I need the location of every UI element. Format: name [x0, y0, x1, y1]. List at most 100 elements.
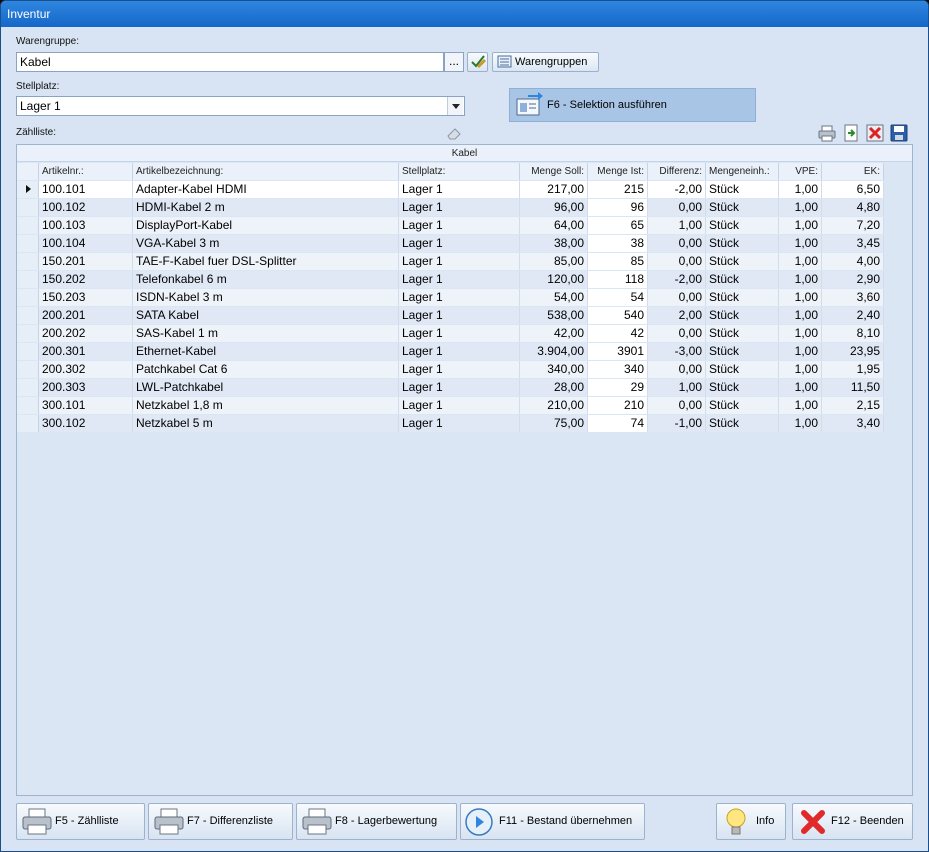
save-icon[interactable]: [890, 124, 908, 142]
warengruppe-browse-button[interactable]: ...: [444, 52, 464, 72]
table-row[interactable]: 200.202 SAS-Kabel 1 m Lager 1 42,00 42 0,00 St…: [17, 325, 884, 343]
table-row[interactable]: 100.104 VGA-Kabel 3 m Lager 1 38,00 38 0,00 St…: [17, 235, 884, 253]
cell-vpe: 1,00: [779, 343, 822, 360]
lagerbewertung-print-button[interactable]: F8 - Lagerbewertung: [296, 803, 457, 840]
cell-artikelbezeichnung: HDMI-Kabel 2 m: [133, 199, 399, 216]
cell-vpe: 1,00: [779, 289, 822, 306]
f11-label: F11 - Bestand übernehmen: [499, 815, 633, 827]
table-row[interactable]: 100.103 DisplayPort-Kabel Lager 1 64,00 65 1,…: [17, 217, 884, 235]
cell-mengeneinheit: Stück: [706, 325, 779, 342]
cell-artikelnr: 100.103: [39, 217, 133, 234]
cell-menge-ist[interactable]: 118: [588, 271, 648, 288]
cell-stellplatz: Lager 1: [399, 289, 520, 306]
chevron-down-icon[interactable]: [447, 97, 463, 115]
column-header-menge-ist[interactable]: Menge Ist:: [588, 163, 648, 180]
delete-icon[interactable]: [866, 124, 884, 142]
cell-stellplatz: Lager 1: [399, 217, 520, 234]
column-header-differenz[interactable]: Differenz:: [648, 163, 706, 180]
column-header-mengeneinheit[interactable]: Mengeneinh.:: [706, 163, 779, 180]
cell-menge-ist[interactable]: 540: [588, 307, 648, 324]
cell-stellplatz: Lager 1: [399, 253, 520, 270]
table-row[interactable]: 300.102 Netzkabel 5 m Lager 1 75,00 74 -1,00 S…: [17, 415, 884, 433]
cell-ek: 23,95: [822, 343, 884, 360]
cell-menge-ist[interactable]: 54: [588, 289, 648, 306]
info-button[interactable]: Info: [716, 803, 786, 840]
table-row[interactable]: 100.101 Adapter-Kabel HDMI Lager 1 217,00 21…: [17, 181, 884, 199]
cell-artikelnr: 150.203: [39, 289, 133, 306]
cell-menge-ist[interactable]: 210: [588, 397, 648, 414]
cell-ek: 6,50: [822, 181, 884, 198]
info-label: Info: [756, 815, 775, 827]
column-header-artikelbezeichnung[interactable]: Artikelbezeichnung:: [133, 163, 399, 180]
stellplatz-select[interactable]: Lager 1: [16, 96, 465, 116]
cell-vpe: 1,00: [779, 397, 822, 414]
cell-mengeneinheit: Stück: [706, 415, 779, 432]
cell-artikelbezeichnung: ISDN-Kabel 3 m: [133, 289, 399, 306]
table-row[interactable]: 200.303 LWL-Patchkabel Lager 1 28,00 29 1,00 S…: [17, 379, 884, 397]
zaehlliste-grid[interactable]: Kabel Artikelnr.: Artikelbezeichnung: Stel…: [16, 144, 913, 796]
bestand-uebernehmen-button[interactable]: F11 - Bestand übernehmen: [460, 803, 645, 840]
cell-differenz: 0,00: [648, 235, 706, 252]
cell-stellplatz: Lager 1: [399, 235, 520, 252]
table-row[interactable]: 200.302 Patchkabel Cat 6 Lager 1 340,00 340 0…: [17, 361, 884, 379]
cell-artikelbezeichnung: Adapter-Kabel HDMI: [133, 181, 399, 198]
cell-menge-ist[interactable]: 65: [588, 217, 648, 234]
cell-ek: 2,40: [822, 307, 884, 324]
cell-menge-ist[interactable]: 74: [588, 415, 648, 432]
cell-mengeneinheit: Stück: [706, 271, 779, 288]
export-icon[interactable]: [842, 124, 860, 142]
cell-mengeneinheit: Stück: [706, 379, 779, 396]
zaehlliste-print-button[interactable]: F5 - Zählliste: [16, 803, 145, 840]
cell-menge-soll: 38,00: [520, 235, 588, 252]
cell-differenz: -2,00: [648, 271, 706, 288]
table-row[interactable]: 100.102 HDMI-Kabel 2 m Lager 1 96,00 96 0,00 S…: [17, 199, 884, 217]
cell-menge-ist[interactable]: 215: [588, 181, 648, 198]
column-header-stellplatz[interactable]: Stellplatz:: [399, 163, 520, 180]
eraser-icon[interactable]: [445, 124, 463, 142]
print-icon[interactable]: [818, 124, 836, 142]
differenzliste-print-button[interactable]: F7 - Differenzliste: [148, 803, 293, 840]
beenden-button[interactable]: F12 - Beenden: [792, 803, 913, 840]
row-indicator-header: [17, 163, 39, 180]
cell-mengeneinheit: Stück: [706, 361, 779, 378]
selektion-button-label: F6 - Selektion ausführen: [547, 99, 667, 111]
column-header-menge-soll[interactable]: Menge Soll:: [520, 163, 588, 180]
table-row[interactable]: 200.201 SATA Kabel Lager 1 538,00 540 2,00 Stü…: [17, 307, 884, 325]
cell-menge-ist[interactable]: 96: [588, 199, 648, 216]
play-icon: [465, 808, 493, 836]
table-row[interactable]: 200.301 Ethernet-Kabel Lager 1 3.904,00 3901…: [17, 343, 884, 361]
cell-artikelbezeichnung: SAS-Kabel 1 m: [133, 325, 399, 342]
column-header-vpe[interactable]: VPE:: [779, 163, 822, 180]
cell-menge-soll: 64,00: [520, 217, 588, 234]
cell-menge-ist[interactable]: 3901: [588, 343, 648, 360]
cell-menge-soll: 3.904,00: [520, 343, 588, 360]
cell-menge-ist[interactable]: 29: [588, 379, 648, 396]
printer-icon: [154, 808, 184, 835]
table-row[interactable]: 150.203 ISDN-Kabel 3 m Lager 1 54,00 54 0,00 S…: [17, 289, 884, 307]
cell-menge-soll: 75,00: [520, 415, 588, 432]
cell-differenz: 0,00: [648, 397, 706, 414]
cell-artikelnr: 100.101: [39, 181, 133, 198]
cell-artikelnr: 150.202: [39, 271, 133, 288]
warengruppen-button[interactable]: Warengruppen: [492, 52, 599, 72]
cell-vpe: 1,00: [779, 235, 822, 252]
cell-stellplatz: Lager 1: [399, 343, 520, 360]
table-row[interactable]: 150.202 Telefonkabel 6 m Lager 1 120,00 118-…: [17, 271, 884, 289]
cell-mengeneinheit: Stück: [706, 289, 779, 306]
cell-artikelbezeichnung: SATA Kabel: [133, 307, 399, 324]
column-header-ek[interactable]: EK:: [822, 163, 884, 180]
cell-stellplatz: Lager 1: [399, 361, 520, 378]
warengruppe-input[interactable]: Kabel: [16, 52, 444, 72]
cell-ek: 3,60: [822, 289, 884, 306]
edit-warengruppe-button[interactable]: [467, 52, 488, 72]
cell-menge-ist[interactable]: 38: [588, 235, 648, 252]
cell-differenz: 0,00: [648, 361, 706, 378]
selektion-ausfuehren-button[interactable]: F6 - Selektion ausführen: [509, 88, 756, 122]
cell-menge-ist[interactable]: 42: [588, 325, 648, 342]
table-row[interactable]: 150.201 TAE-F-Kabel fuer DSL-Splitter Lage…: [17, 253, 884, 271]
column-header-artikelnr[interactable]: Artikelnr.:: [39, 163, 133, 180]
cell-menge-ist[interactable]: 340: [588, 361, 648, 378]
table-row[interactable]: 300.101 Netzkabel 1,8 m Lager 1 210,00 210 0,…: [17, 397, 884, 415]
cell-menge-ist[interactable]: 85: [588, 253, 648, 270]
cell-ek: 1,95: [822, 361, 884, 378]
